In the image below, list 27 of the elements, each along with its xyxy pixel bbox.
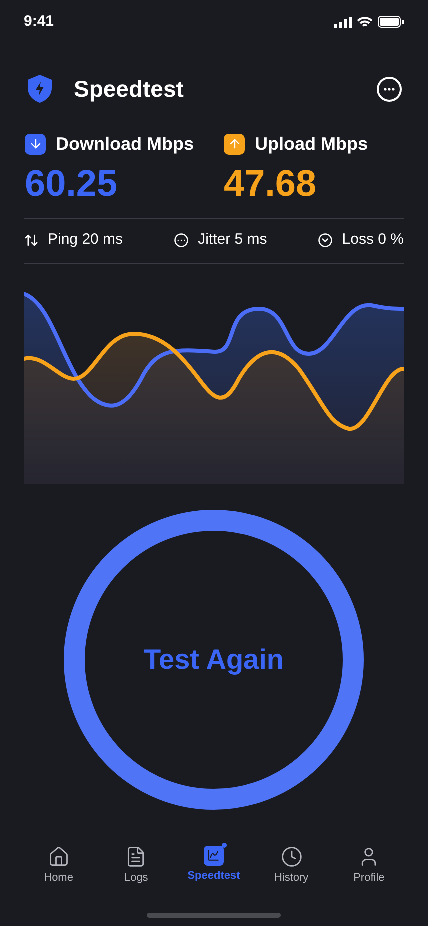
metric-value: 60.25 xyxy=(25,162,119,206)
home-icon xyxy=(48,846,70,868)
wifi-icon xyxy=(357,16,373,28)
metric-label: Download Mbps xyxy=(56,132,194,156)
nav-tab[interactable]: Speedtest xyxy=(182,846,246,886)
stat-label: Loss 0 % xyxy=(342,230,404,250)
signal-icon xyxy=(334,16,352,28)
dots-circle-icon xyxy=(174,233,190,248)
metric-label: Upload Mbps xyxy=(255,132,368,156)
shield-bolt-icon xyxy=(26,74,54,104)
metric-value: 47.68 xyxy=(224,162,318,206)
nav-tab[interactable]: Home xyxy=(26,846,91,886)
stat-label: Jitter 5 ms xyxy=(198,230,268,250)
battery-icon xyxy=(378,16,404,28)
chart-icon xyxy=(204,846,224,866)
more-options-button[interactable] xyxy=(377,76,402,102)
app-title: Speedtest xyxy=(74,75,184,104)
clock-icon xyxy=(280,846,303,868)
chevron-circle-icon xyxy=(318,233,334,248)
nav-tab[interactable]: History xyxy=(260,846,324,886)
up-down-arrows-icon xyxy=(24,233,39,248)
test-again-button[interactable]: Test Again xyxy=(64,510,364,810)
status-time: 9:41 xyxy=(24,12,54,32)
stat-label: Ping 20 ms xyxy=(48,230,124,250)
nav-tab[interactable]: Profile xyxy=(337,846,402,886)
nav-tab[interactable]: Logs xyxy=(104,846,168,886)
ellipsis-icon xyxy=(384,88,395,91)
